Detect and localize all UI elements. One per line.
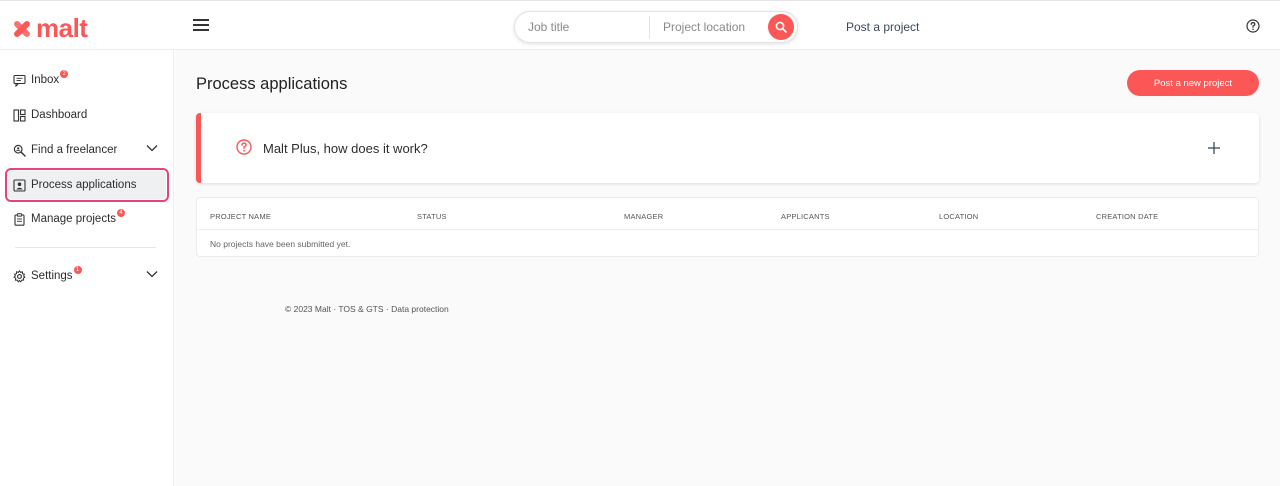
project-location-input[interactable] <box>650 12 768 42</box>
column-header-project-name[interactable]: PROJECT NAME <box>210 212 271 221</box>
chevron-down-icon[interactable] <box>146 144 158 152</box>
sidebar-item-label: Settings <box>31 270 73 282</box>
post-new-project-button[interactable]: Post a new project <box>1127 70 1259 96</box>
sidebar-item-label: Find a freelancer <box>31 144 118 156</box>
clipboard-icon <box>13 212 26 226</box>
sidebar-item-settings[interactable]: Settings 1 <box>8 262 166 290</box>
column-header-status[interactable]: STATUS <box>417 212 447 221</box>
logo-wordmark: malt <box>36 13 88 43</box>
column-header-creation-date[interactable]: CREATION DATE <box>1096 212 1158 221</box>
sidebar-item-inbox[interactable]: Inbox 2 <box>8 66 166 94</box>
tos-link[interactable]: TOS & GTS <box>338 304 383 314</box>
plus-icon[interactable] <box>1207 141 1221 155</box>
sidebar: Inbox 2 Dashboard Find a freelancer Proc… <box>0 50 174 486</box>
sidebar-item-label: Dashboard <box>31 109 88 121</box>
faq-title: Malt Plus, how does it work? <box>263 141 428 156</box>
copyright-text: © 2023 Malt <box>285 304 331 314</box>
faq-accordion[interactable]: Malt Plus, how does it work? <box>196 113 1259 183</box>
sidebar-item-process-applications[interactable]: Process applications <box>5 168 169 202</box>
footer-separator: · <box>383 304 392 314</box>
search-person-icon <box>13 144 26 157</box>
chat-icon <box>13 74 26 87</box>
sidebar-item-dashboard[interactable]: Dashboard <box>8 101 166 129</box>
search-bar <box>514 11 798 43</box>
help-icon[interactable] <box>1246 19 1260 38</box>
notification-badge: 4 <box>117 209 126 217</box>
sidebar-item-find-freelancer[interactable]: Find a freelancer <box>8 136 166 164</box>
search-icon <box>775 21 787 33</box>
column-header-applicants[interactable]: APPLICANTS <box>781 212 830 221</box>
sidebar-divider <box>15 247 156 248</box>
malt-logo[interactable]: malt <box>11 13 88 44</box>
chevron-down-icon[interactable] <box>146 270 158 278</box>
page-title: Process applications <box>196 75 348 93</box>
question-circle-icon <box>236 139 252 155</box>
gear-icon <box>13 269 26 283</box>
table-header-divider <box>197 229 1258 230</box>
sidebar-item-label: Inbox <box>31 74 60 86</box>
sidebar-item-manage-projects[interactable]: Manage projects 4 <box>8 205 166 233</box>
dashboard-icon <box>13 108 26 122</box>
projects-table: PROJECT NAME STATUS MANAGER APPLICANTS L… <box>196 197 1259 257</box>
sidebar-item-label: Manage projects <box>31 213 117 225</box>
job-title-input[interactable] <box>515 12 649 42</box>
notification-badge: 1 <box>73 266 82 274</box>
column-header-manager[interactable]: MANAGER <box>624 212 663 221</box>
sidebar-item-label: Process applications <box>31 179 137 191</box>
post-project-link[interactable]: Post a project <box>846 20 919 34</box>
column-header-location[interactable]: LOCATION <box>939 212 978 221</box>
menu-toggle-icon[interactable] <box>193 19 209 31</box>
search-button[interactable] <box>768 14 794 40</box>
data-protection-link[interactable]: Data protection <box>391 304 449 314</box>
footer: © 2023 Malt · TOS & GTS · Data protectio… <box>285 304 449 314</box>
empty-state-message: No projects have been submitted yet. <box>210 239 351 249</box>
top-bar: malt Post a project <box>0 0 1280 50</box>
main-content: Process applications Post a new project … <box>175 50 1280 486</box>
malt-logo-mark-icon <box>14 20 30 37</box>
applications-icon <box>13 178 26 192</box>
notification-badge: 2 <box>60 70 69 78</box>
